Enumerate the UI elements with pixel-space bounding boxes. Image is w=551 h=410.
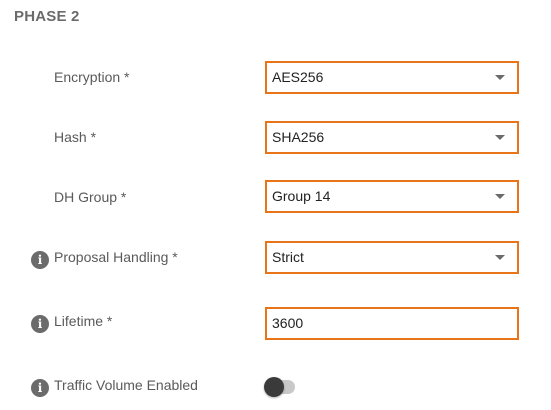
encryption-value: AES256	[272, 69, 324, 85]
hash-label: Hash *	[54, 129, 97, 145]
section-title: PHASE 2	[14, 8, 80, 25]
chevron-down-icon	[495, 255, 505, 260]
lifetime-label: Lifetime *	[54, 313, 113, 329]
hash-value: SHA256	[272, 129, 325, 145]
proposal-handling-label: Proposal Handling *	[54, 249, 178, 265]
dh-group-value: Group 14	[272, 188, 331, 204]
chevron-down-icon	[495, 194, 505, 199]
lifetime-input[interactable]: 3600	[265, 307, 519, 340]
phase-2-settings-panel: PHASE 2 Encryption * AES256 Hash * SHA25…	[0, 0, 551, 410]
encryption-label: Encryption *	[54, 69, 130, 85]
proposal-handling-value: Strict	[272, 249, 304, 265]
traffic-volume-toggle[interactable]	[264, 377, 295, 397]
chevron-down-icon	[495, 135, 505, 140]
chevron-down-icon	[495, 75, 505, 80]
lifetime-value: 3600	[272, 315, 304, 331]
hash-select[interactable]: SHA256	[265, 121, 519, 154]
toggle-knob[interactable]	[264, 377, 284, 397]
dh-group-label: DH Group *	[54, 189, 127, 205]
proposal-handling-select[interactable]: Strict	[265, 241, 519, 274]
info-icon[interactable]: i	[31, 251, 49, 269]
info-icon[interactable]: i	[31, 315, 49, 333]
info-icon[interactable]: i	[31, 379, 49, 397]
traffic-volume-label: Traffic Volume Enabled	[54, 377, 198, 393]
encryption-select[interactable]: AES256	[265, 61, 519, 94]
dh-group-select[interactable]: Group 14	[265, 180, 519, 213]
